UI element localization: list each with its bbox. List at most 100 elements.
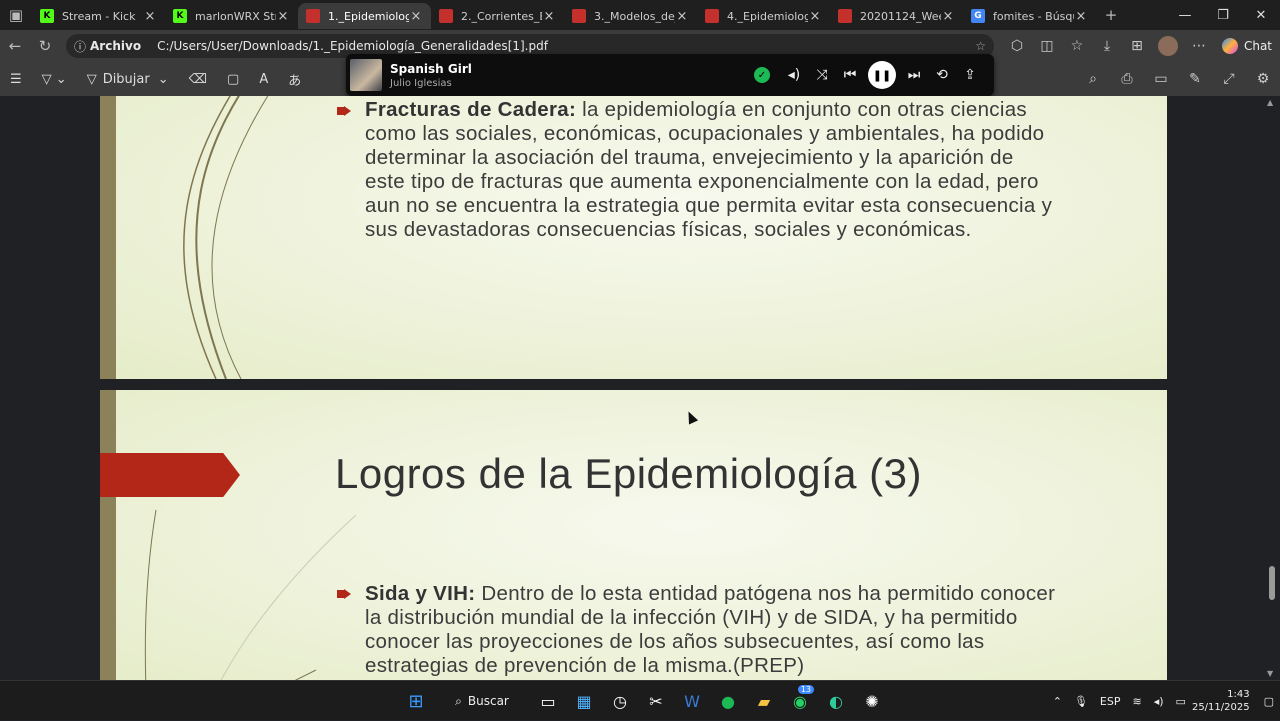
- text-line: la epidemiología en conjunto con otras c…: [582, 98, 1027, 121]
- browser-tab[interactable]: Gfomites - Búsqued×: [963, 3, 1096, 29]
- scroll-up-icon[interactable]: ▲: [1267, 98, 1273, 107]
- volume-icon[interactable]: ◂): [1154, 695, 1164, 708]
- app-icon[interactable]: ◷: [602, 681, 638, 721]
- vertical-scrollbar[interactable]: ▲ ▼: [1264, 96, 1280, 680]
- microphone-icon[interactable]: 🎙: [1074, 695, 1088, 708]
- more-menu-icon[interactable]: ⋯: [1184, 38, 1214, 54]
- split-screen-icon[interactable]: ◫: [1032, 38, 1062, 54]
- edge-icon[interactable]: ◐: [818, 681, 854, 721]
- browser-tab[interactable]: 2._Corrientes_Epid×: [431, 3, 564, 29]
- fullscreen-icon[interactable]: ⤢: [1212, 71, 1246, 87]
- scrollbar-thumb[interactable]: [1269, 566, 1275, 600]
- extensions-icon[interactable]: ⬡: [1002, 38, 1032, 54]
- close-tab-icon[interactable]: ×: [941, 9, 955, 24]
- close-tab-icon[interactable]: ×: [808, 9, 822, 24]
- text-line: como las sociales, económicas, ocupacion…: [365, 122, 1045, 145]
- pdf-viewer[interactable]: Fracturas de Cadera: la epidemiología en…: [0, 96, 1280, 680]
- file-explorer-icon[interactable]: ▰: [746, 681, 782, 721]
- info-icon[interactable]: ⓘ: [74, 38, 86, 55]
- close-tab-icon[interactable]: ×: [542, 9, 556, 24]
- next-icon[interactable]: ⏭: [900, 67, 928, 83]
- shuffle-icon[interactable]: ⤨: [808, 67, 836, 83]
- scroll-down-icon[interactable]: ▼: [1267, 669, 1273, 678]
- tab-title: Stream - Kick: [62, 9, 136, 23]
- chat-label: Chat: [1243, 39, 1272, 53]
- whatsapp-icon[interactable]: ◉ 13: [782, 681, 818, 721]
- previous-icon[interactable]: ⏮: [836, 67, 864, 83]
- tab-actions-icon[interactable]: ▣: [0, 0, 32, 30]
- slide2-heading: Sida y VIH:: [365, 582, 476, 605]
- save-icon[interactable]: ▭: [1144, 71, 1178, 87]
- volume-icon[interactable]: ◂): [780, 67, 808, 83]
- favorite-star-icon[interactable]: ☆: [975, 39, 986, 53]
- close-tab-icon[interactable]: ×: [675, 9, 689, 24]
- bullet-arrow-icon: [337, 589, 353, 599]
- browser-tab-bar: ▣ KStream - Kick×KmarlonWRX Stream×1._Ep…: [0, 0, 1280, 30]
- refresh-icon[interactable]: ↻: [30, 31, 60, 61]
- text-line: la distribución mundial de la infección …: [365, 606, 1018, 629]
- close-tab-icon[interactable]: ×: [143, 9, 157, 24]
- snipping-tool-icon[interactable]: ✂: [638, 681, 674, 721]
- browser-tab[interactable]: 4._Epidemiología_×: [697, 3, 830, 29]
- wifi-icon[interactable]: ≋: [1133, 695, 1142, 708]
- browser-tab[interactable]: 3._Modelos_de_Sal×: [564, 3, 697, 29]
- close-tab-icon[interactable]: ×: [409, 9, 423, 24]
- text-box-icon[interactable]: ▢: [217, 72, 249, 87]
- browser-tab[interactable]: KmarlonWRX Stream×: [165, 3, 298, 29]
- browser-tab[interactable]: 1._Epidemiología_G×: [298, 3, 431, 29]
- album-cover[interactable]: [350, 59, 382, 91]
- collections-icon[interactable]: ⊞: [1122, 38, 1152, 54]
- profile-avatar[interactable]: [1157, 36, 1178, 56]
- browser-tab[interactable]: 20201124_Weekly×: [830, 3, 963, 29]
- copilot-chat-button[interactable]: Chat: [1214, 38, 1280, 54]
- spotify-icon[interactable]: ●: [710, 681, 746, 721]
- read-aloud-icon[interactable]: A: [249, 72, 278, 87]
- decorative-curves: [183, 96, 269, 379]
- share-icon[interactable]: ⇪: [956, 67, 984, 83]
- battery-icon[interactable]: ▭: [1176, 695, 1186, 708]
- search-icon[interactable]: ⌕: [1076, 71, 1110, 87]
- tab-favicon-icon: K: [40, 9, 54, 23]
- translate-icon[interactable]: あ: [278, 70, 311, 89]
- browser-tab[interactable]: K Stream - Kick ×: [32, 3, 165, 29]
- eraser-icon[interactable]: ⌫: [179, 72, 217, 87]
- slide1-heading: Fracturas de Cadera:: [365, 98, 577, 121]
- draw-button[interactable]: ▽ Dibujar ⌄: [77, 72, 179, 87]
- save-as-icon[interactable]: ✎: [1178, 71, 1212, 87]
- chevron-up-icon[interactable]: ⌃: [1053, 695, 1062, 708]
- slide-side-band: [100, 96, 116, 379]
- tab-title: 2._Corrientes_Epid: [461, 9, 542, 23]
- windows-start-icon[interactable]: ⊞: [398, 681, 434, 721]
- pause-button[interactable]: ❚❚: [868, 61, 896, 89]
- store-icon[interactable]: ▦: [566, 681, 602, 721]
- address-url[interactable]: C:/Users/User/Downloads/1._Epidemiología…: [157, 39, 548, 53]
- text-line: aun no se encuentra la estrategia que pe…: [365, 194, 1053, 217]
- tab-favicon-icon: G: [971, 9, 985, 23]
- taskbar-search-button[interactable]: ⌕ Buscar: [436, 685, 528, 717]
- close-tab-icon[interactable]: ×: [1074, 9, 1088, 24]
- windows-taskbar: ⊞ ⌕ Buscar ▭ ▦ ◷ ✂ W ● ▰ ◉ 13 ◐ ✺ ⌃ 🎙 ES…: [0, 680, 1280, 720]
- clock[interactable]: 1:43 25/11/2025: [1192, 688, 1250, 714]
- settings-icon[interactable]: ⚙: [1246, 71, 1280, 87]
- repeat-icon[interactable]: ⟲: [928, 67, 956, 83]
- downloads-icon[interactable]: ⤓: [1092, 38, 1122, 54]
- draw-icon: ▽: [86, 71, 97, 87]
- word-icon[interactable]: W: [674, 681, 710, 721]
- copilot-icon: [1221, 38, 1238, 54]
- close-tab-icon[interactable]: ×: [276, 9, 290, 24]
- song-title: Spanish Girl: [390, 61, 472, 76]
- print-icon[interactable]: ⎙: [1110, 71, 1144, 87]
- new-tab-button[interactable]: +: [1096, 0, 1126, 30]
- chatgpt-icon[interactable]: ✺: [854, 681, 890, 721]
- maximize-icon[interactable]: ❐: [1204, 0, 1242, 30]
- minimize-icon[interactable]: —: [1166, 0, 1204, 30]
- back-icon[interactable]: ←: [0, 31, 30, 61]
- contents-icon[interactable]: ☰: [0, 72, 32, 87]
- close-window-icon[interactable]: ✕: [1242, 0, 1280, 30]
- highlight-icon[interactable]: ▽ ⌄: [32, 72, 77, 87]
- task-view-icon[interactable]: ▭: [530, 681, 566, 721]
- notifications-icon[interactable]: ▢: [1264, 695, 1274, 708]
- slide1-paragraph: Fracturas de Cadera: la epidemiología en…: [365, 98, 1105, 242]
- favorites-icon[interactable]: ☆: [1062, 38, 1092, 54]
- language-indicator[interactable]: ESP: [1100, 695, 1121, 708]
